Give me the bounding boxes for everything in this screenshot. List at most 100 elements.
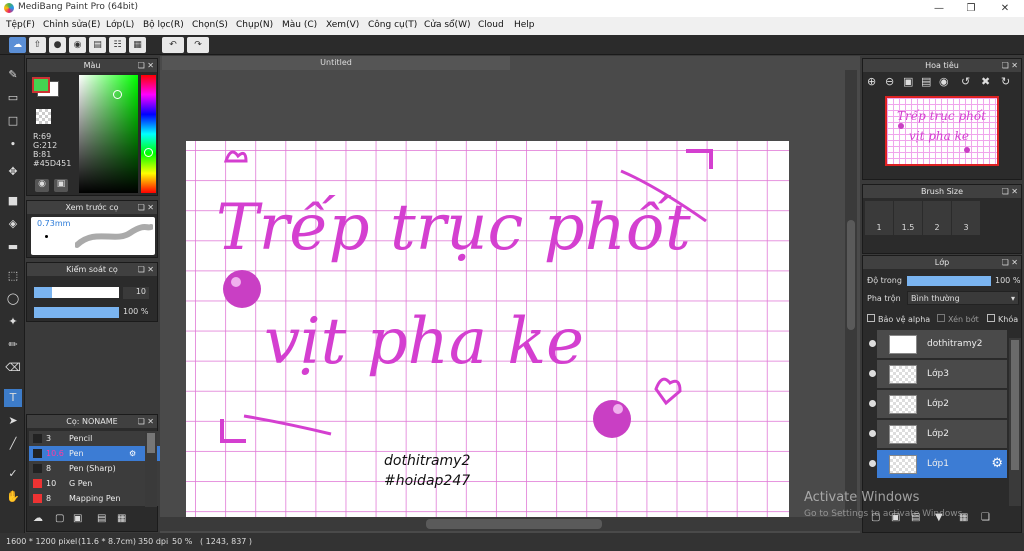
layer-row[interactable]: Lớp3	[869, 360, 1007, 389]
minimize-button[interactable]: —	[924, 0, 954, 17]
zoom-out-icon[interactable]: ⊖	[885, 75, 894, 88]
brush-size-1-5[interactable]: 1.5	[894, 201, 922, 235]
panel-close-icon[interactable]: ❏ ✕	[138, 201, 154, 214]
brush-settings-icon[interactable]: ⚙	[129, 446, 136, 461]
fit-icon[interactable]: ▣	[903, 75, 913, 88]
grid-icon[interactable]: ▦	[129, 37, 146, 53]
canvas-horizontal-scrollbar[interactable]	[160, 517, 860, 531]
actual-size-icon[interactable]: ▤	[921, 75, 931, 88]
eye-icon[interactable]	[869, 340, 876, 347]
brush-size-1[interactable]: 1	[865, 201, 893, 235]
rectangle-tool-icon[interactable]: □	[4, 112, 22, 130]
lasso-tool-icon[interactable]: ◯	[4, 290, 22, 308]
hue-slider[interactable]	[141, 75, 156, 193]
upload-icon[interactable]: ⇧	[29, 37, 46, 53]
panel-close-icon[interactable]: ❏ ✕	[138, 59, 154, 72]
document-tab[interactable]: Untitled	[162, 56, 510, 70]
menu-capture[interactable]: Chụp(N)	[236, 20, 273, 30]
text-tool-icon[interactable]: T	[4, 389, 22, 407]
dot-tool-icon[interactable]: ∙	[4, 135, 22, 153]
brush-size-slider[interactable]	[34, 287, 119, 298]
operation-tool-icon[interactable]: ➤	[4, 412, 22, 430]
maximize-button[interactable]: ❐	[956, 0, 986, 17]
brush-property-icon[interactable]: ▤	[97, 513, 106, 524]
menu-help[interactable]: Help	[514, 20, 535, 30]
eyedropper-tool-icon[interactable]: ✓	[4, 465, 22, 483]
brush-size-2[interactable]: 2	[923, 201, 951, 235]
divide-tool-icon[interactable]: ╱	[4, 435, 22, 453]
document-icon[interactable]: ▤	[89, 37, 106, 53]
folder-icon[interactable]: ▦	[117, 513, 126, 524]
swap-colors-icon[interactable]: ▣	[54, 179, 68, 192]
layer-row-selected[interactable]: Lớp1 ⚙	[869, 450, 1007, 479]
layer-row[interactable]: dothitramy2	[869, 330, 1007, 359]
menu-filter[interactable]: Bộ lọc(R)	[143, 20, 184, 30]
menu-color[interactable]: Màu (C)	[282, 20, 317, 30]
undo-icon[interactable]: ↶	[162, 37, 184, 53]
list-icon[interactable]: ☷	[109, 37, 126, 53]
rotate-right-icon[interactable]: ↻	[1001, 75, 1010, 88]
magic-wand-tool-icon[interactable]: ✦	[4, 313, 22, 331]
drawing-canvas[interactable]: Trếp trục phốt vịt pha ke dothitramy2 #h…	[186, 141, 789, 517]
fill-rect-tool-icon[interactable]: ■	[4, 192, 22, 210]
brush-tool-icon[interactable]: ✎	[4, 66, 22, 84]
menu-file[interactable]: Tệp(F)	[6, 20, 35, 30]
panel-close-icon[interactable]: ❏ ✕	[1002, 185, 1018, 198]
close-button[interactable]: ✕	[990, 0, 1020, 17]
color-picker-cursor[interactable]	[113, 90, 122, 99]
eraser-tool-icon[interactable]: ▭	[4, 89, 22, 107]
eye-icon[interactable]	[869, 400, 876, 407]
brush-list-scrollbar[interactable]	[145, 431, 157, 507]
select-rect-tool-icon[interactable]: ⬚	[4, 267, 22, 285]
menu-edit[interactable]: Chỉnh sửa(E)	[43, 20, 100, 30]
panel-close-icon[interactable]: ❏ ✕	[1002, 59, 1018, 72]
eye-icon[interactable]	[869, 370, 876, 377]
clip-checkbox[interactable]: Xén bớt	[937, 314, 979, 324]
new-brush-icon[interactable]: ▢	[55, 513, 64, 524]
menu-select[interactable]: Chọn(S)	[192, 20, 228, 30]
menu-view[interactable]: Xem(V)	[326, 20, 359, 30]
zoom-in-icon[interactable]: ⊕	[867, 75, 876, 88]
protect-alpha-checkbox[interactable]: Bảo vệ alpha	[867, 314, 930, 324]
canvas-vertical-scrollbar[interactable]	[845, 70, 857, 517]
redo-icon[interactable]: ↷	[187, 37, 209, 53]
layer-opacity-slider[interactable]	[907, 276, 991, 286]
palette-icon[interactable]: ◉	[35, 179, 49, 192]
select-eraser-tool-icon[interactable]: ⌫	[4, 359, 22, 377]
zoom-icon[interactable]: ◉	[939, 75, 949, 88]
move-tool-icon[interactable]: ✥	[4, 163, 22, 181]
bucket-tool-icon[interactable]: ◈	[4, 215, 22, 233]
comment-icon[interactable]: ●	[49, 37, 66, 53]
menu-window[interactable]: Cửa sổ(W)	[424, 20, 470, 30]
menu-cloud[interactable]: Cloud	[478, 20, 504, 30]
layer-row[interactable]: Lớp2	[869, 390, 1007, 419]
lock-checkbox[interactable]: Khóa	[987, 314, 1018, 324]
panel-close-icon[interactable]: ❏ ✕	[138, 415, 154, 428]
transparent-swatch[interactable]	[36, 109, 51, 124]
gradient-tool-icon[interactable]: ▬	[4, 238, 22, 256]
layers-scrollbar[interactable]	[1009, 338, 1021, 506]
panel-close-icon[interactable]: ❏ ✕	[1002, 256, 1018, 269]
cloud-icon[interactable]: ☁	[9, 37, 26, 53]
brush-size-value[interactable]: 10	[123, 287, 149, 299]
blend-mode-select[interactable]: Bình thường ▾	[907, 291, 1019, 305]
chat-icon[interactable]: ◉	[69, 37, 86, 53]
menu-layer[interactable]: Lớp(L)	[106, 20, 134, 30]
hue-slider-cursor[interactable]	[144, 148, 153, 157]
eye-icon[interactable]	[869, 460, 876, 467]
brush-size-3[interactable]: 3	[952, 201, 980, 235]
hand-tool-icon[interactable]: ✋	[4, 488, 22, 506]
rotate-left-icon[interactable]: ↺	[961, 75, 970, 88]
add-brush-icon[interactable]: ▣	[73, 513, 82, 524]
layer-settings-icon[interactable]: ⚙	[991, 456, 1003, 471]
layer-row[interactable]: Lớp2	[869, 420, 1007, 449]
flip-icon[interactable]: ✖	[981, 75, 990, 88]
saturation-value-picker[interactable]	[79, 75, 138, 193]
select-pen-tool-icon[interactable]: ✏	[4, 336, 22, 354]
eye-icon[interactable]	[869, 430, 876, 437]
cloud-brush-icon[interactable]: ☁	[33, 513, 43, 524]
navigator-thumbnail[interactable]: Trếp trục phốt vịt pha ke	[885, 96, 999, 166]
panel-close-icon[interactable]: ❏ ✕	[138, 263, 154, 276]
brush-opacity-slider[interactable]	[34, 307, 119, 318]
foreground-color-swatch[interactable]	[32, 77, 50, 93]
